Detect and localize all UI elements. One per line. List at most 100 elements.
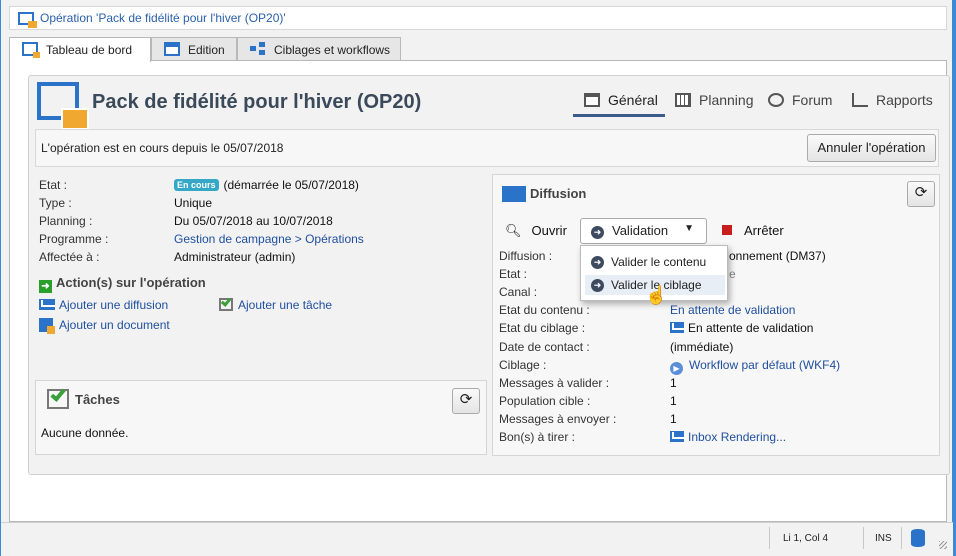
menu-item-label: Valider le contenu — [611, 255, 707, 269]
validate-icon: ➜ — [591, 226, 604, 239]
nav-planning[interactable]: Planning — [675, 92, 754, 108]
tab-tableau-de-bord[interactable]: Tableau de bord — [9, 37, 151, 62]
contenu-row-label: Etat du contenu : — [499, 303, 590, 317]
programme-label: Programme : — [39, 232, 109, 246]
stop-icon — [722, 225, 732, 235]
nav-general-label: Général — [608, 92, 658, 108]
canal-row-label: Canal : — [499, 285, 538, 299]
messages-envoyer-value: 1 — [670, 412, 677, 426]
nav-general[interactable]: Général — [584, 92, 658, 108]
tab-label: Tableau de bord — [46, 43, 133, 57]
stop-button[interactable]: Arrêter — [722, 223, 784, 238]
programme-link[interactable]: Gestion de campagne > Opérations — [174, 232, 364, 246]
type-value: Unique — [174, 196, 213, 210]
general-icon — [584, 93, 600, 107]
insert-mode: INS — [875, 533, 892, 544]
population-label: Population cible : — [499, 394, 591, 408]
database-icon — [911, 529, 925, 547]
stop-label: Arrêter — [744, 223, 784, 238]
open-button[interactable]: 🔍︎ Ouvrir — [505, 223, 567, 239]
actions-heading-text: Action(s) sur l'opération — [56, 275, 206, 290]
status-text: L'opération est en cours depuis le 05/07… — [41, 141, 284, 155]
tab-label: Edition — [188, 43, 225, 57]
cancel-operation-button[interactable]: Annuler l'opération — [807, 134, 936, 162]
active-nav-indicator — [573, 114, 665, 117]
chevron-down-icon: ▼ — [684, 223, 694, 234]
messages-valider-value: 1 — [670, 376, 677, 390]
planning-value: Du 05/07/2018 au 10/07/2018 — [174, 214, 333, 228]
planning-label: Planning : — [39, 214, 93, 228]
menu-item-validate-content[interactable]: ➜ Valider le contenu — [585, 252, 725, 272]
chart-icon — [852, 93, 868, 107]
status-banner: L'opération est en cours depuis le 05/07… — [35, 129, 939, 167]
affectee-value: Administrateur (admin) — [174, 250, 296, 264]
divider — [769, 527, 770, 549]
dashboard-icon — [22, 42, 40, 58]
ciblage-row-value[interactable]: ▶ Workflow par défaut (WKF4) — [670, 358, 840, 375]
nav-forum[interactable]: Forum — [768, 92, 832, 108]
contact-row-value: (immédiate) — [670, 340, 734, 354]
tasks-refresh-button[interactable]: ⟳ — [452, 388, 480, 414]
diffusion-panel: Diffusion ⟳ 🔍︎ Ouvrir ➜ Validation ▼ Arrête… — [492, 174, 940, 456]
status-badge: En cours — [174, 179, 219, 191]
validate-icon: ➜ — [591, 256, 604, 269]
operation-icon — [18, 12, 37, 28]
window-titlebar: Opération 'Pack de fidélité pour l'hiver… — [9, 6, 947, 30]
bat-link[interactable]: Inbox Rendering... — [670, 430, 786, 444]
ciblage-row-label: Ciblage : — [499, 358, 547, 372]
application-window: Opération 'Pack de fidélité pour l'hiver… — [0, 0, 956, 556]
tasks-check-icon — [47, 386, 69, 409]
envelope-check-icon — [670, 322, 684, 333]
add-document-link[interactable]: Ajouter un document — [39, 318, 170, 334]
edit-icon — [164, 42, 180, 56]
validation-dropdown-button[interactable]: ➜ Validation ▼ — [580, 218, 707, 244]
add-document-text: Ajouter un document — [59, 318, 170, 332]
window-title: Opération 'Pack de fidélité pour l'hiver… — [40, 11, 286, 25]
nav-rapports-label: Rapports — [876, 92, 933, 108]
tasks-heading: Tâches — [75, 392, 120, 407]
resize-grip-icon[interactable] — [939, 541, 947, 549]
tab-label: Ciblages et workflows — [274, 43, 391, 57]
document-icon — [39, 318, 55, 334]
affectee-label: Affectée à : — [39, 250, 100, 264]
add-task-link[interactable]: Ajouter une tâche — [219, 296, 332, 312]
nav-rapports[interactable]: Rapports — [852, 92, 933, 108]
nav-forum-label: Forum — [792, 92, 833, 108]
forum-icon — [768, 93, 784, 107]
ciblage-text: Workflow par défaut (WKF4) — [689, 358, 841, 372]
workflow-icon — [250, 42, 266, 56]
validation-label: Validation — [612, 223, 669, 238]
tasks-panel: Tâches ⟳ Aucune donnée. — [35, 380, 487, 455]
diffusion-row-value: onnement (DM37) — [729, 249, 826, 263]
open-label: Ouvrir — [531, 223, 567, 238]
nav-planning-label: Planning — [699, 92, 754, 108]
calendar-icon — [675, 93, 691, 107]
contact-row-label: Date de contact : — [499, 340, 590, 354]
tab-ciblages-workflows[interactable]: Ciblages et workflows — [237, 37, 401, 61]
tab-edition[interactable]: Edition — [151, 37, 237, 61]
contenu-row-value[interactable]: En attente de validation — [670, 303, 795, 317]
etat-row-label: Etat : — [499, 267, 528, 281]
actions-heading: ➜ Action(s) sur l'opération — [39, 275, 206, 293]
population-value: 1 — [670, 394, 677, 408]
diffusion-refresh-button[interactable]: ⟳ — [907, 181, 935, 207]
divider — [901, 527, 902, 549]
type-label: Type : — [39, 196, 72, 210]
add-delivery-link[interactable]: Ajouter une diffusion — [39, 298, 168, 312]
add-delivery-text: Ajouter une diffusion — [59, 298, 169, 312]
play-icon: ▶ — [670, 362, 683, 375]
cursor-position: Li 1, Col 4 — [783, 533, 829, 544]
messages-valider-label: Messages à valider : — [499, 376, 610, 390]
etat-value: En cours (démarrée le 05/07/2018) — [174, 178, 359, 192]
task-check-icon — [219, 296, 233, 311]
search-icon: 🔍︎ — [505, 223, 522, 238]
page-title: Pack de fidélité pour l'hiver (OP20) — [92, 91, 422, 113]
envelope-check-icon — [670, 431, 684, 442]
operation-large-icon — [37, 82, 89, 130]
diffusion-envelope-icon — [502, 186, 526, 202]
divider — [863, 527, 864, 549]
ciblage-etat-row-label: Etat du ciblage : — [499, 321, 586, 335]
validate-icon: ➜ — [591, 279, 604, 292]
hand-cursor-icon: ☝ — [645, 285, 668, 305]
tasks-empty-text: Aucune donnée. — [41, 426, 129, 440]
